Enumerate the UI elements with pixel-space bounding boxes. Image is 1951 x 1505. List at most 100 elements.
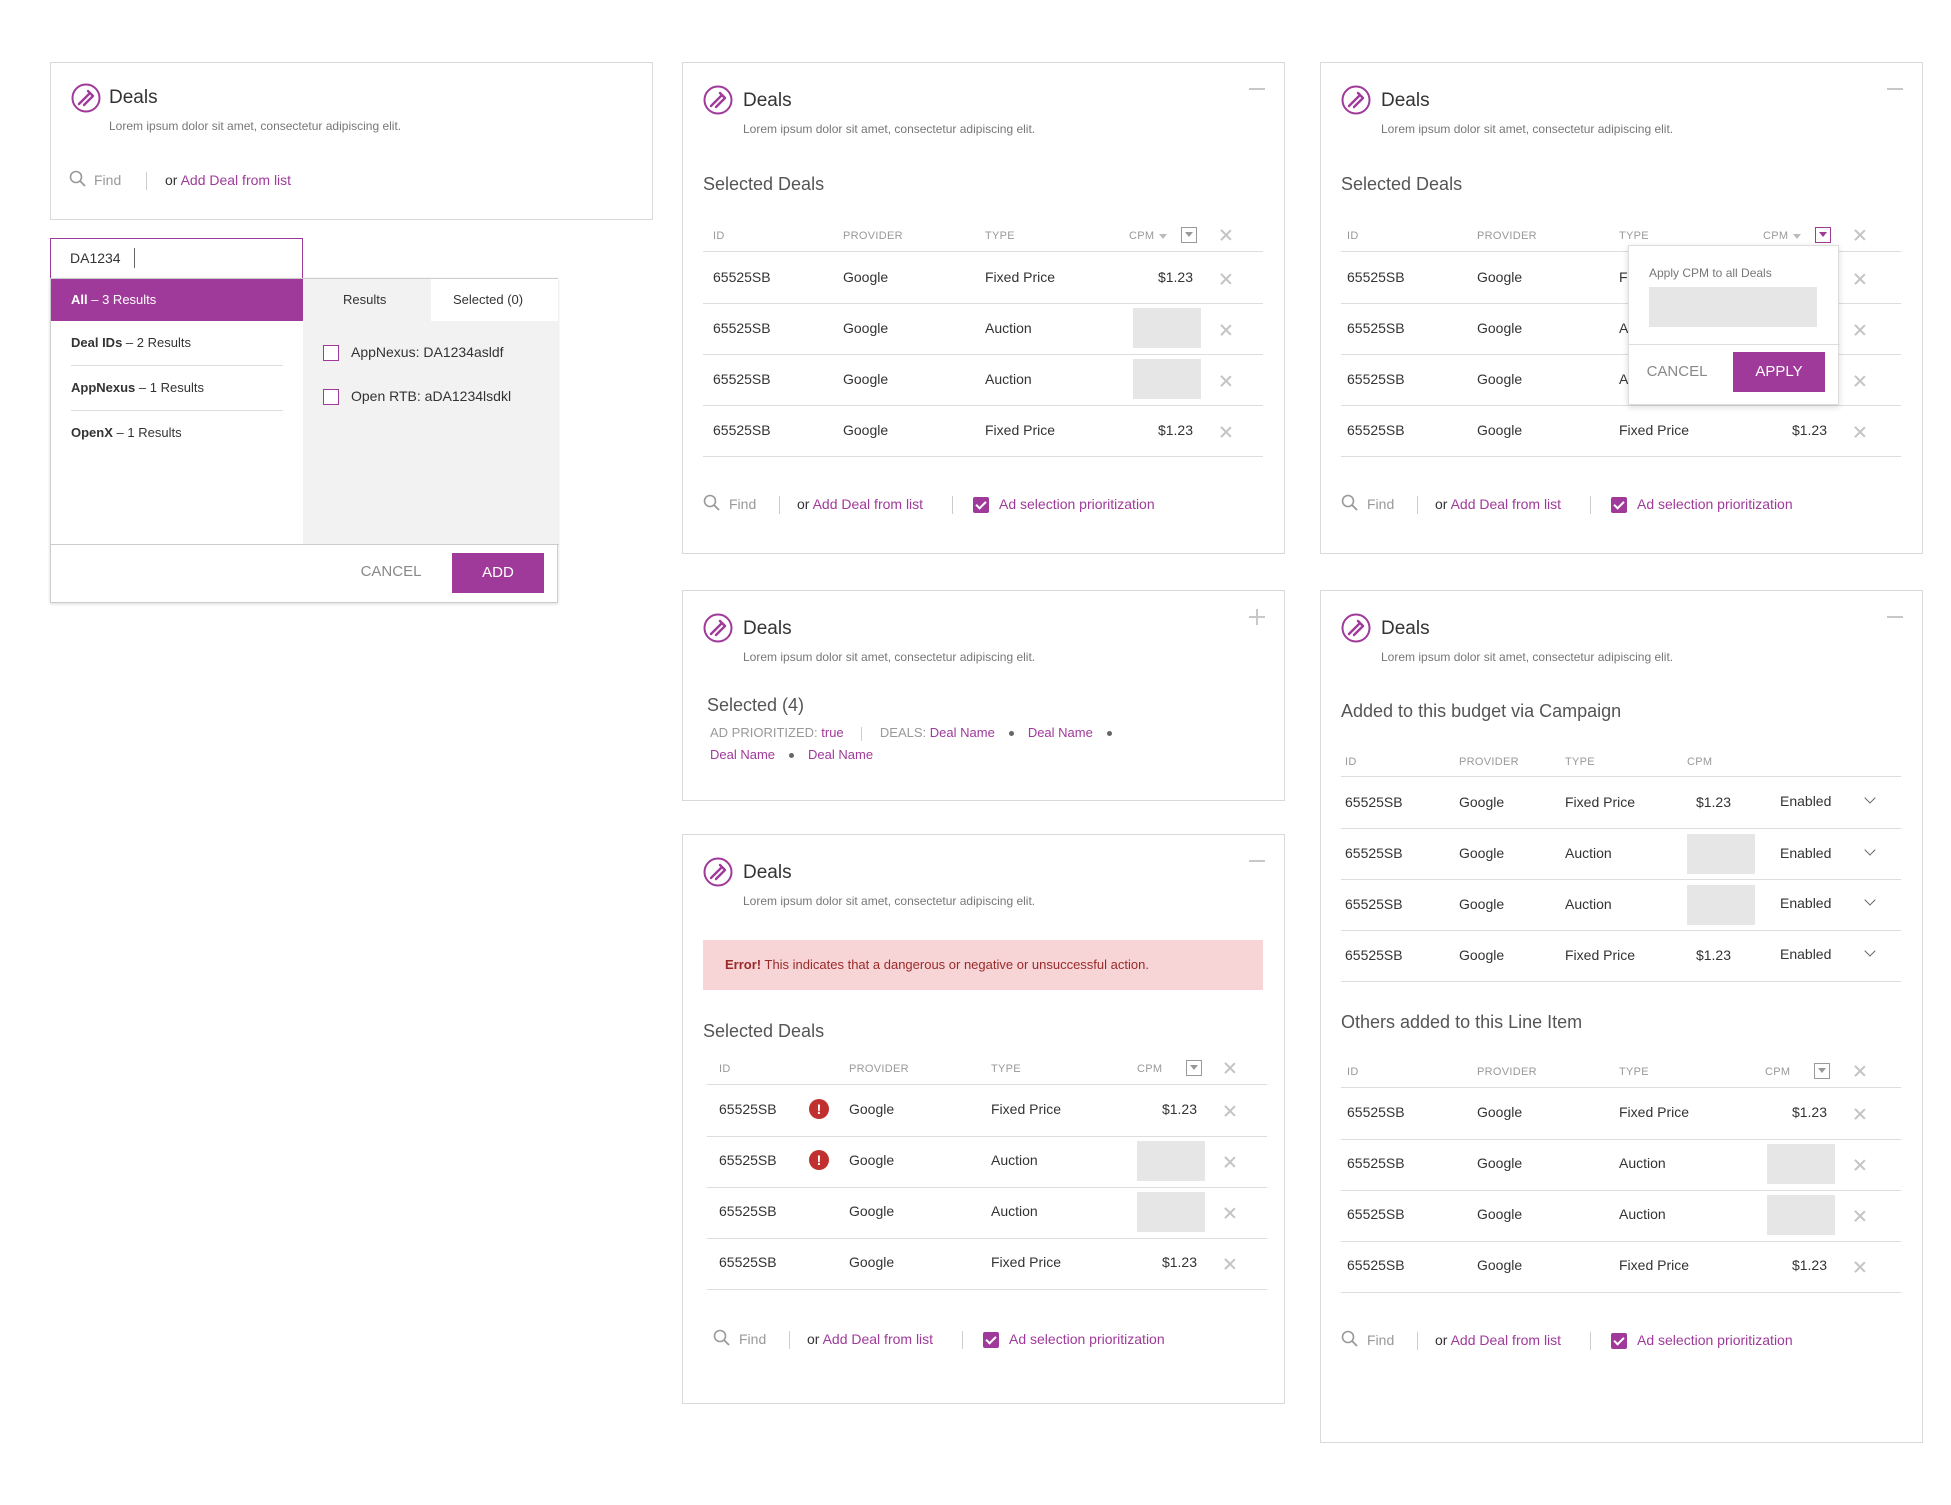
search-icon[interactable]	[1341, 1330, 1359, 1348]
cpm-input[interactable]	[1137, 1141, 1205, 1181]
category-all[interactable]: All – 3 Results	[51, 279, 303, 321]
search-icon[interactable]	[703, 494, 721, 512]
ad-selection-label[interactable]: Ad selection prioritization	[1009, 1331, 1165, 1347]
divider	[703, 251, 1263, 252]
ad-selection-label[interactable]: Ad selection prioritization	[1637, 496, 1793, 512]
remove-row-icon[interactable]	[1854, 1210, 1866, 1222]
divider	[1341, 981, 1901, 982]
deals-logo-icon	[703, 613, 733, 643]
collapse-icon[interactable]	[1249, 88, 1265, 90]
category-deal-ids[interactable]: Deal IDs – 2 Results	[51, 321, 303, 365]
cpm-input[interactable]	[1767, 1195, 1835, 1235]
row-type: Fixed Price	[991, 1254, 1062, 1270]
cpm-input[interactable]	[1687, 834, 1755, 874]
card-title: Deals	[1381, 90, 1430, 111]
remove-row-icon[interactable]	[1854, 1159, 1866, 1171]
search-icon[interactable]	[713, 1329, 731, 1347]
remove-row-icon[interactable]	[1854, 324, 1866, 336]
add-deal-from-list-link[interactable]: Add Deal from list	[181, 172, 291, 188]
chevron-down-icon[interactable]	[1864, 844, 1876, 856]
search-input[interactable]: Find	[1367, 496, 1394, 512]
deal-name-link[interactable]: Deal Name	[710, 747, 775, 762]
deal-search-field[interactable]: DA1234	[50, 238, 303, 280]
expand-icon[interactable]	[1249, 609, 1265, 625]
remove-all-icon[interactable]	[1224, 1062, 1236, 1074]
chevron-down-icon[interactable]	[1864, 894, 1876, 906]
collapse-icon[interactable]	[1887, 616, 1903, 618]
status-select[interactable]: Enabled	[1780, 845, 1831, 861]
add-deal-from-list-link[interactable]: Add Deal from list	[823, 1331, 933, 1347]
remove-row-icon[interactable]	[1854, 1261, 1866, 1273]
status-select[interactable]: Enabled	[1780, 793, 1831, 809]
collapse-icon[interactable]	[1249, 860, 1265, 862]
cpm-dropdown-icon[interactable]	[1814, 1063, 1830, 1079]
search-icon[interactable]	[69, 170, 87, 188]
remove-row-icon[interactable]	[1224, 1105, 1236, 1117]
cancel-button[interactable]: CANCEL	[1637, 363, 1717, 380]
tab-selected[interactable]: Selected (0)	[431, 279, 558, 321]
remove-all-icon[interactable]	[1220, 229, 1232, 241]
deals-logo-icon	[1341, 613, 1371, 643]
col-cpm[interactable]: CPM	[1129, 230, 1168, 242]
chevron-down-icon[interactable]	[1864, 792, 1876, 804]
result-item[interactable]: AppNexus: DA1234asldf	[351, 344, 504, 360]
collapse-icon[interactable]	[1887, 88, 1903, 90]
col-cpm[interactable]: CPM	[1763, 230, 1802, 242]
remove-row-icon[interactable]	[1854, 273, 1866, 285]
remove-row-icon[interactable]	[1854, 1108, 1866, 1120]
apply-button[interactable]: APPLY	[1733, 352, 1825, 392]
cpm-input[interactable]	[1133, 359, 1201, 399]
remove-row-icon[interactable]	[1220, 324, 1232, 336]
search-input[interactable]: Find	[1367, 1332, 1394, 1348]
ad-selection-label[interactable]: Ad selection prioritization	[1637, 1332, 1793, 1348]
search-input[interactable]: Find	[729, 496, 756, 512]
add-button[interactable]: ADD	[452, 553, 544, 593]
status-select[interactable]: Enabled	[1780, 895, 1831, 911]
category-openx[interactable]: OpenX – 1 Results	[51, 411, 303, 455]
deal-name-link[interactable]: Deal Name	[1028, 725, 1093, 740]
cpm-all-input[interactable]	[1649, 287, 1817, 327]
tab-results[interactable]: Results	[303, 279, 431, 321]
chevron-down-icon[interactable]	[1864, 945, 1876, 957]
cpm-dropdown-icon[interactable]	[1815, 227, 1831, 243]
remove-all-icon[interactable]	[1854, 229, 1866, 241]
remove-all-icon[interactable]	[1854, 1065, 1866, 1077]
add-deal-from-list-link[interactable]: Add Deal from list	[1451, 1332, 1561, 1348]
result-checkbox[interactable]	[323, 389, 339, 405]
deal-name-link[interactable]: Deal Name	[930, 725, 995, 740]
cpm-input[interactable]	[1767, 1144, 1835, 1184]
remove-row-icon[interactable]	[1220, 426, 1232, 438]
ad-selection-checkbox[interactable]	[1611, 1333, 1627, 1349]
remove-row-icon[interactable]	[1220, 273, 1232, 285]
cancel-button[interactable]: CANCEL	[351, 563, 431, 580]
divider	[1590, 496, 1591, 514]
result-item[interactable]: Open RTB: aDA1234lsdkl	[351, 388, 511, 404]
row-cpm: $1.23	[1791, 422, 1827, 438]
search-input[interactable]: Find	[739, 1331, 766, 1347]
cpm-dropdown-icon[interactable]	[1181, 227, 1197, 243]
remove-row-icon[interactable]	[1224, 1258, 1236, 1270]
remove-row-icon[interactable]	[1854, 375, 1866, 387]
cpm-input[interactable]	[1137, 1192, 1205, 1232]
status-select[interactable]: Enabled	[1780, 946, 1831, 962]
add-deal-from-list-link[interactable]: Add Deal from list	[813, 496, 923, 512]
remove-row-icon[interactable]	[1854, 426, 1866, 438]
cpm-input[interactable]	[1687, 885, 1755, 925]
category-appnexus[interactable]: AppNexus – 1 Results	[51, 366, 303, 410]
deals-error-card: Deals Lorem ipsum dolor sit amet, consec…	[682, 834, 1285, 1404]
search-input[interactable]: Find	[94, 172, 121, 188]
ad-selection-label[interactable]: Ad selection prioritization	[999, 496, 1155, 512]
ad-selection-checkbox[interactable]	[973, 497, 989, 513]
remove-row-icon[interactable]	[1220, 375, 1232, 387]
ad-selection-checkbox[interactable]	[983, 1332, 999, 1348]
ad-selection-checkbox[interactable]	[1611, 497, 1627, 513]
category-openx-label: OpenX – 1 Results	[71, 425, 182, 440]
add-deal-from-list-link[interactable]: Add Deal from list	[1451, 496, 1561, 512]
result-checkbox[interactable]	[323, 345, 339, 361]
deal-name-link[interactable]: Deal Name	[808, 747, 873, 762]
cpm-input[interactable]	[1133, 308, 1201, 348]
remove-row-icon[interactable]	[1224, 1207, 1236, 1219]
search-icon[interactable]	[1341, 494, 1359, 512]
cpm-dropdown-icon[interactable]	[1186, 1060, 1202, 1076]
remove-row-icon[interactable]	[1224, 1156, 1236, 1168]
